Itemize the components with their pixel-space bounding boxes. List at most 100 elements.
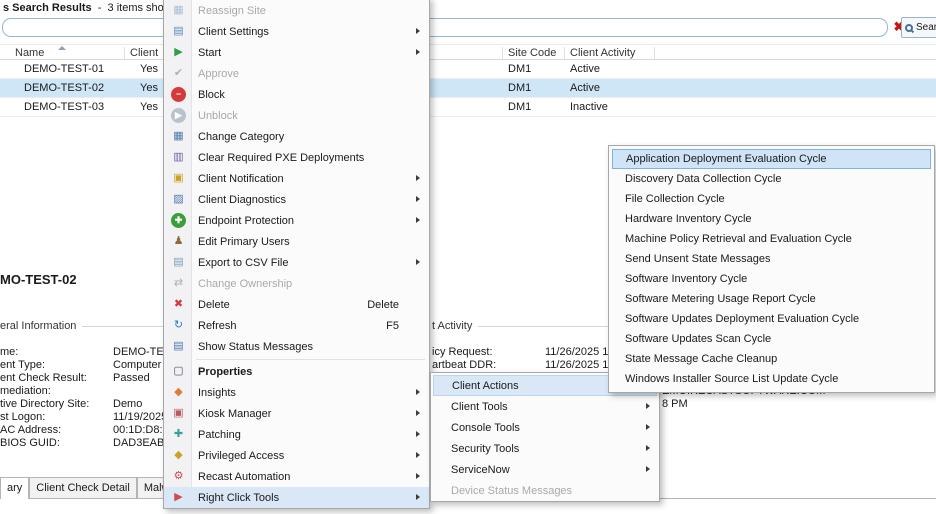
menu-item-clear-required-pxe-deployments[interactable]: ▥ Clear Required PXE Deployments (164, 147, 429, 168)
menu-item-export-to-csv-file[interactable]: ▤Export to CSV File (164, 252, 429, 273)
submenu-arrow-icon (416, 410, 420, 416)
menu-item-machine-policy-retrieval-and-evaluation-cycle[interactable]: Machine Policy Retrieval and Evaluation … (609, 229, 934, 249)
menu-item-security-tools[interactable]: Security Tools (431, 438, 659, 459)
field-value: 00:1D:D8: (113, 424, 163, 436)
menu-item-state-message-cache-cleanup[interactable]: State Message Cache Cleanup (609, 349, 934, 369)
edit-primary-users-icon: ♟ (171, 234, 186, 249)
menu-item-show-status-messages[interactable]: ▤Show Status Messages (164, 336, 429, 357)
column-header-site-code[interactable]: Site Code (508, 47, 556, 59)
field-label: ent Type: (0, 359, 113, 372)
menu-item-label: Export to CSV File (198, 257, 288, 269)
menu-item-label: ServiceNow (451, 464, 510, 476)
menu-item-client-diagnostics[interactable]: ▨ Client Diagnostics (164, 189, 429, 210)
right-click-tools-icon: ▶ (171, 490, 186, 505)
menu-item-file-collection-cycle[interactable]: File Collection Cycle (609, 189, 934, 209)
column-divider (564, 47, 565, 59)
menu-item-client-settings[interactable]: ▤Client Settings (164, 21, 429, 42)
field-value: 11/19/2025 (113, 411, 167, 423)
recast-automation-icon: ⚙ (171, 469, 186, 484)
menu-shortcut: Delete (367, 299, 399, 311)
field-label: artbeat DDR: (432, 359, 545, 372)
submenu-arrow-icon (416, 452, 420, 458)
menu-item-properties[interactable]: ▢Properties (164, 361, 429, 382)
menu-item-recast-automation[interactable]: ⚙ Recast Automation (164, 466, 429, 487)
menu-item-windows-installer-source-list-update-cycle[interactable]: Windows Installer Source List Update Cyc… (609, 369, 934, 389)
menu-item-client-notification[interactable]: ▣Client Notification (164, 168, 429, 189)
menu-item-patching[interactable]: ✚Patching (164, 424, 429, 445)
client-diagnostics-icon: ▨ (171, 192, 186, 207)
menu-item-refresh[interactable]: ↻RefreshF5 (164, 315, 429, 336)
menu-item-label: Software Updates Scan Cycle (625, 333, 771, 345)
menu-item-software-updates-scan-cycle[interactable]: Software Updates Scan Cycle (609, 329, 934, 349)
column-header-client[interactable]: Client (130, 47, 158, 59)
menu-item-label: Change Category (198, 131, 284, 143)
menu-item-label: Security Tools (451, 443, 519, 455)
cell-site: DM1 (508, 101, 531, 113)
menu-shortcut: F5 (386, 320, 399, 332)
tab-client-check-detail[interactable]: Client Check Detail (29, 477, 137, 498)
menu-item-label: Software Inventory Cycle (625, 273, 747, 285)
menu-item-label: Software Metering Usage Report Cycle (625, 293, 816, 305)
menu-item-label: Machine Policy Retrieval and Evaluation … (625, 233, 852, 245)
submenu-arrow-icon (646, 424, 650, 430)
menu-item-block[interactable]: −Block (164, 84, 429, 105)
field-value: Demo (113, 398, 142, 410)
menu-item-software-metering-usage-report-cycle[interactable]: Software Metering Usage Report Cycle (609, 289, 934, 309)
results-title: s Search Results (3, 2, 92, 14)
menu-item-label: Delete (198, 299, 230, 311)
submenu-arrow-icon (416, 217, 420, 223)
field-label: tive Directory Site: (0, 398, 113, 411)
table-row[interactable]: DEMO-TEST-01YesDM1Active (0, 60, 936, 79)
sort-ascending-icon (58, 46, 66, 50)
table-row[interactable]: DEMO-TEST-02YesDM1Active (0, 79, 936, 98)
menu-item-delete[interactable]: ✖DeleteDelete (164, 294, 429, 315)
menu-item-label: Console Tools (451, 422, 520, 434)
menu-item-label: Refresh (198, 320, 237, 332)
menu-item-start[interactable]: ▶Start (164, 42, 429, 63)
menu-item-insights[interactable]: ◆Insights (164, 382, 429, 403)
properties-icon: ▢ (171, 364, 186, 379)
column-header-client-activity[interactable]: Client Activity (570, 47, 635, 59)
menu-item-label: Send Unsent State Messages (625, 253, 771, 265)
menu-item-hardware-inventory-cycle[interactable]: Hardware Inventory Cycle (609, 209, 934, 229)
menu-item-client-tools[interactable]: Client Tools (431, 396, 659, 417)
cell-activity: Active (570, 82, 600, 94)
field-value: 11/26/2025 1: (545, 346, 611, 358)
menu-item-privileged-access[interactable]: ◆Privileged Access (164, 445, 429, 466)
menu-item-send-unsent-state-messages[interactable]: Send Unsent State Messages (609, 249, 934, 269)
table-row[interactable]: DEMO-TEST-03YesDM1Inactive (0, 98, 936, 117)
menu-item-right-click-tools[interactable]: ▶Right Click Tools (164, 487, 429, 508)
menu-item-label: Client Diagnostics (198, 194, 286, 206)
menu-item-label: Clear Required PXE Deployments (198, 152, 364, 164)
menu-item-approve: ✔Approve (164, 63, 429, 84)
client-actions-submenu: Application Deployment Evaluation CycleD… (608, 145, 935, 393)
menu-item-kiosk-manager[interactable]: ▣Kiosk Manager (164, 403, 429, 424)
submenu-arrow-icon (416, 494, 420, 500)
column-header-name[interactable]: Name (15, 47, 44, 59)
section-title: eral Information (0, 320, 76, 332)
menu-item-label: Hardware Inventory Cycle (625, 213, 752, 225)
menu-item-edit-primary-users[interactable]: ♟Edit Primary Users (164, 231, 429, 252)
kiosk-manager-icon: ▣ (171, 406, 186, 421)
menu-item-application-deployment-evaluation-cycle[interactable]: Application Deployment Evaluation Cycle (612, 149, 931, 169)
menu-item-console-tools[interactable]: Console Tools (431, 417, 659, 438)
search-input[interactable] (2, 18, 888, 37)
menu-item-endpoint-protection[interactable]: ✚Endpoint Protection (164, 210, 429, 231)
menu-item-label: Client Settings (198, 26, 269, 38)
field-value: 11/26/2025 11 (545, 359, 614, 371)
menu-item-discovery-data-collection-cycle[interactable]: Discovery Data Collection Cycle (609, 169, 934, 189)
menu-item-label: Endpoint Protection (198, 215, 294, 227)
cell-activity: Active (570, 63, 600, 75)
column-divider (502, 47, 503, 59)
menu-item-software-inventory-cycle[interactable]: Software Inventory Cycle (609, 269, 934, 289)
menu-item-servicenow[interactable]: ServiceNow (431, 459, 659, 480)
menu-item-change-category[interactable]: ▦Change Category (164, 126, 429, 147)
search-button[interactable]: Search (901, 17, 936, 38)
submenu-arrow-icon (416, 259, 420, 265)
tab-ary[interactable]: ary (0, 477, 29, 499)
menu-item-software-updates-deployment-evaluation-cycle[interactable]: Software Updates Deployment Evaluation C… (609, 309, 934, 329)
submenu-arrow-icon (416, 196, 420, 202)
menu-item-label: Show Status Messages (198, 341, 313, 353)
clear-pxe-icon: ▥ (171, 150, 186, 165)
menu-item-label: Recast Automation (198, 471, 290, 483)
